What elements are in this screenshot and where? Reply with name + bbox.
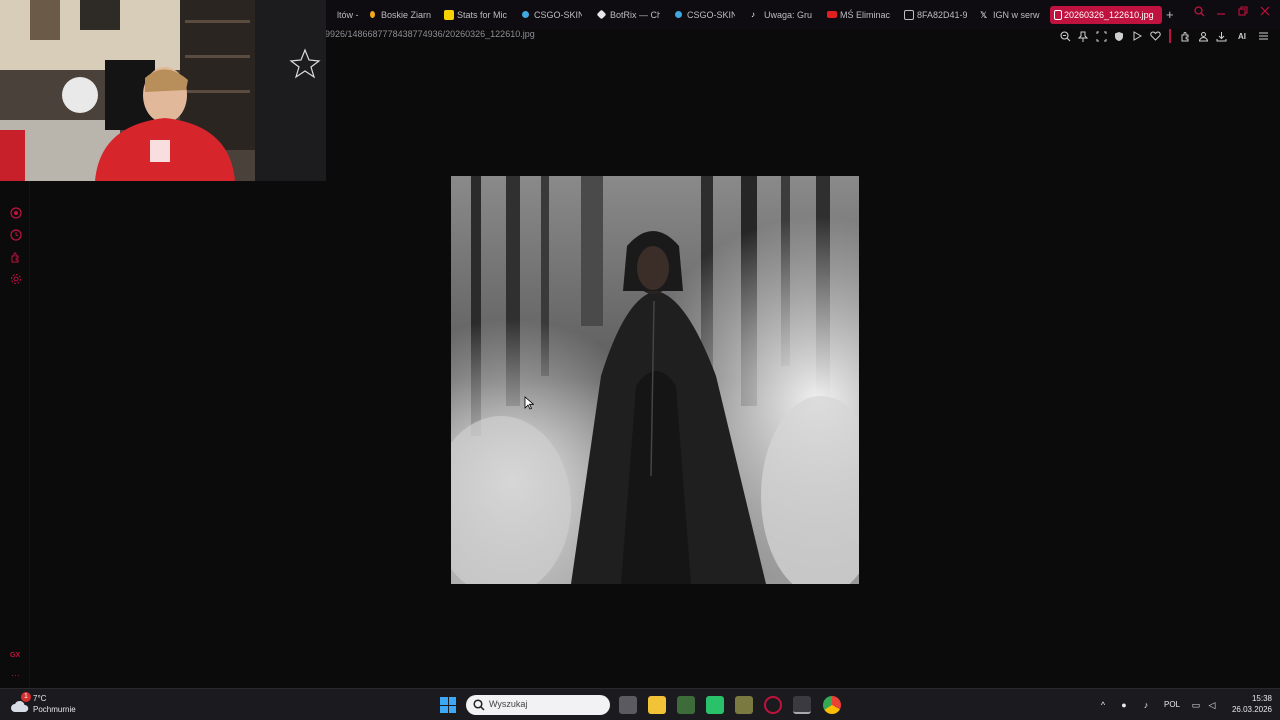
zoom-icon[interactable] bbox=[1058, 29, 1072, 43]
chrome-icon[interactable] bbox=[823, 696, 841, 714]
minimize-icon[interactable] bbox=[1214, 6, 1228, 20]
x-logo-icon: 𝕏 bbox=[980, 10, 988, 20]
extensions-icon[interactable] bbox=[1178, 29, 1192, 43]
menu-icon[interactable] bbox=[1256, 29, 1270, 43]
ai-label: AI bbox=[1238, 31, 1246, 41]
settings-icon[interactable] bbox=[9, 273, 22, 286]
tab-5[interactable]: CSGO-SKIN bbox=[673, 6, 735, 24]
tab-9[interactable]: 𝕏 IGN w serw bbox=[979, 6, 1043, 24]
close-icon[interactable] bbox=[1258, 6, 1272, 20]
tiktok-icon: ♪ bbox=[751, 10, 755, 19]
file-icon bbox=[1054, 10, 1062, 20]
opera-gx-active-icon[interactable] bbox=[793, 696, 811, 714]
tab-7[interactable]: MŚ Eliminac bbox=[826, 6, 890, 24]
chevron-up-icon[interactable]: ^ bbox=[1097, 699, 1109, 711]
browser-toolbar: AI bbox=[1058, 29, 1270, 43]
heart-icon[interactable] bbox=[1148, 29, 1162, 43]
more-icon[interactable]: ··· bbox=[11, 670, 20, 680]
csgo-skin-icon bbox=[522, 11, 529, 18]
tab-3[interactable]: CSGO-SKIN bbox=[520, 6, 582, 24]
tab-label: ltów - bbox=[337, 10, 359, 20]
app-icon-green[interactable] bbox=[706, 696, 724, 714]
pin-icon[interactable] bbox=[1076, 29, 1090, 43]
viewed-image[interactable] bbox=[451, 176, 859, 584]
gx-corner-icon[interactable]: GX bbox=[10, 652, 20, 659]
url-text[interactable]: 9926/1486687778438774936/20260326_122610… bbox=[325, 29, 535, 39]
notification-badge: 1 bbox=[21, 692, 31, 702]
taskbar-search[interactable]: Wyszukaj bbox=[466, 695, 610, 715]
play-icon[interactable] bbox=[1130, 29, 1144, 43]
tab-4[interactable]: BotRix — Ch bbox=[596, 6, 660, 24]
search-icon bbox=[473, 699, 485, 711]
tab-label: BotRix — Ch bbox=[610, 10, 660, 20]
tab-label: CSGO-SKIN bbox=[687, 10, 735, 20]
botrix-icon bbox=[596, 9, 607, 20]
language-indicator[interactable]: POL bbox=[1164, 700, 1180, 709]
network-icon[interactable]: ▭ bbox=[1190, 699, 1202, 711]
microphone-icon[interactable]: ♪ bbox=[1140, 699, 1152, 711]
tab-label: Boskie Ziarn bbox=[381, 10, 431, 20]
aria-ai-button[interactable]: AI bbox=[1232, 29, 1252, 43]
snapshot-icon[interactable] bbox=[1094, 29, 1108, 43]
start-button[interactable] bbox=[440, 697, 456, 713]
tab-label: IGN w serw bbox=[993, 10, 1040, 20]
history-icon[interactable] bbox=[9, 229, 22, 242]
weather-temperature: 7°C bbox=[33, 694, 47, 703]
clock-date[interactable]: 26.03.2026 bbox=[1222, 705, 1272, 714]
search-tabs-icon[interactable] bbox=[1192, 6, 1206, 20]
tab-0[interactable]: ltów - bbox=[323, 6, 359, 24]
webcam-overlay bbox=[0, 0, 326, 181]
stats-icon bbox=[444, 10, 454, 20]
tab-label: 20260326_122610.jpg bbox=[1064, 10, 1154, 20]
side-panel: GX ··· bbox=[0, 180, 30, 688]
document-icon bbox=[904, 10, 914, 20]
extensions-sidebar-icon[interactable] bbox=[9, 251, 22, 264]
csgo-skin-icon bbox=[675, 11, 682, 18]
tab-2[interactable]: Stats for Mic bbox=[443, 6, 507, 24]
app-icon-game[interactable] bbox=[735, 696, 753, 714]
tab-8[interactable]: 8FA82D41-9 bbox=[903, 6, 967, 24]
windows-taskbar: 1 7°C Pochmurnie Wyszukaj ^ ● ♪ POL ▭ ◁ … bbox=[0, 688, 1280, 720]
app-icon-books[interactable] bbox=[677, 696, 695, 714]
tab-label: 8FA82D41-9 bbox=[917, 10, 967, 20]
new-tab-button[interactable]: + bbox=[1164, 6, 1180, 24]
tray-app-icon[interactable]: ● bbox=[1118, 699, 1130, 711]
opera-gx-icon[interactable] bbox=[764, 696, 782, 714]
task-view-icon[interactable] bbox=[619, 696, 637, 714]
tab-label: CSGO-SKIN bbox=[534, 10, 582, 20]
clock-time[interactable]: 15:38 bbox=[1234, 694, 1272, 703]
weather-condition: Pochmurnie bbox=[33, 705, 76, 714]
player-icon[interactable] bbox=[9, 207, 22, 220]
file-explorer-icon[interactable] bbox=[648, 696, 666, 714]
tab-label: Uwaga: Gru bbox=[764, 10, 813, 20]
search-placeholder: Wyszukaj bbox=[489, 699, 528, 709]
tab-6[interactable]: ♪ Uwaga: Gru bbox=[750, 6, 814, 24]
toolbar-divider bbox=[1169, 29, 1171, 43]
bean-icon bbox=[370, 11, 375, 18]
tab-1[interactable]: Boskie Ziarn bbox=[367, 6, 431, 24]
window-controls bbox=[1192, 6, 1280, 20]
tab-label: Stats for Mic bbox=[457, 10, 507, 20]
restore-icon[interactable] bbox=[1236, 6, 1250, 20]
tab-label: MŚ Eliminac bbox=[840, 10, 890, 20]
account-icon[interactable] bbox=[1196, 29, 1210, 43]
download-icon[interactable] bbox=[1214, 29, 1228, 43]
mouse-cursor-icon bbox=[524, 396, 534, 410]
flag-icon bbox=[827, 11, 837, 18]
volume-icon[interactable]: ◁ bbox=[1206, 699, 1218, 711]
shield-icon[interactable] bbox=[1112, 29, 1126, 43]
tab-active-image[interactable]: 20260326_122610.jpg bbox=[1050, 6, 1162, 24]
